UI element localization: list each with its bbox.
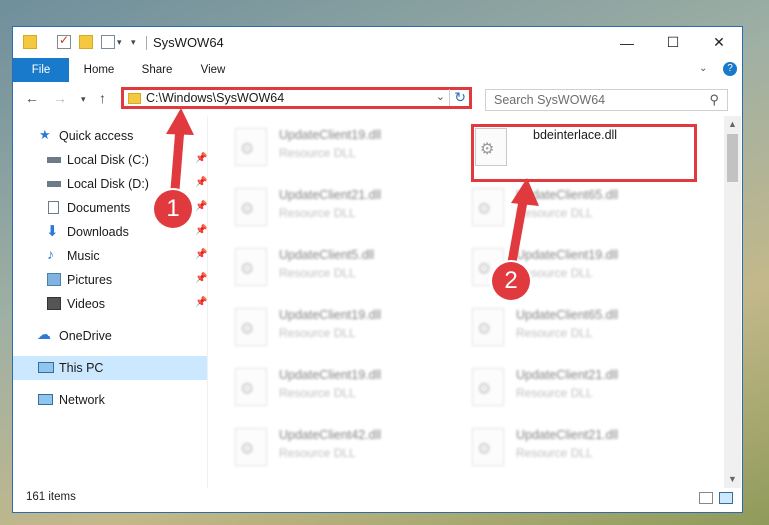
arrow-2-shaft <box>507 195 529 263</box>
step-badge-2: 2 <box>492 262 530 300</box>
annotation-arrows <box>166 108 539 263</box>
step-badge-1: 1 <box>154 190 192 228</box>
arrow-1-head <box>166 108 194 135</box>
arrow-2-head <box>511 178 539 206</box>
